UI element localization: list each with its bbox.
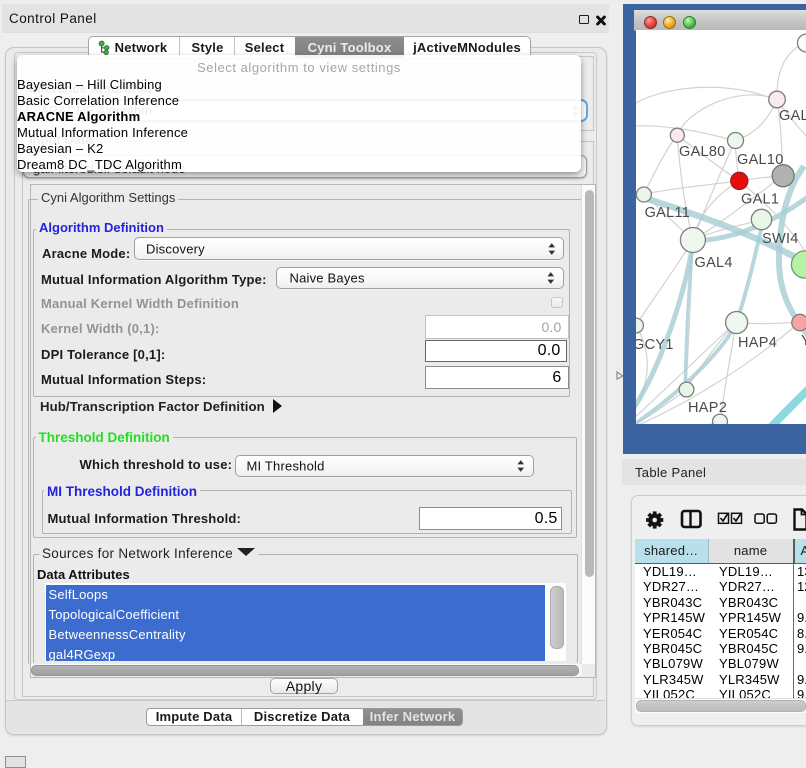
svg-text:GAL4: GAL4: [695, 255, 733, 271]
svg-text:GCY1: GCY1: [636, 337, 674, 353]
svg-text:GAL10: GAL10: [737, 152, 784, 168]
svg-text:HAP4: HAP4: [738, 335, 777, 351]
svg-text:GAL11: GAL11: [645, 205, 691, 221]
svg-text:Y: Y: [801, 333, 806, 349]
svg-text:SWI4: SWI4: [762, 231, 799, 247]
svg-text:GAL80: GAL80: [679, 144, 726, 160]
svg-text:HAP2: HAP2: [688, 400, 727, 416]
svg-text:GAL7: GAL7: [779, 108, 806, 124]
svg-text:GAL1: GAL1: [741, 192, 779, 208]
